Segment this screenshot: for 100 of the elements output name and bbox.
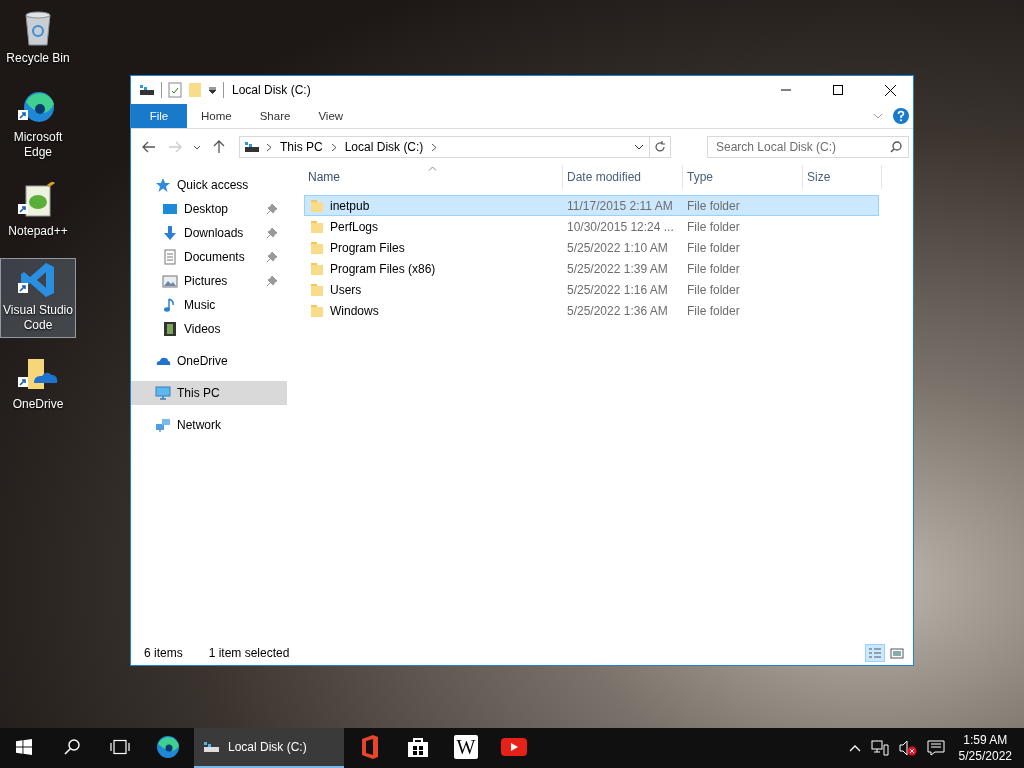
date-modified-cell-text: 5/25/2022 1:16 AM xyxy=(566,282,669,297)
type-cell-text: File folder xyxy=(686,198,741,213)
dropdown-icon[interactable] xyxy=(208,86,217,94)
nav-item[interactable]: OneDrive xyxy=(131,349,287,373)
date-modified-cell-text: 5/25/2022 1:10 AM xyxy=(566,240,669,255)
chevron-icon[interactable] xyxy=(431,142,438,152)
notifications-icon[interactable] xyxy=(926,740,945,756)
chevron-up-icon[interactable] xyxy=(848,744,861,752)
drive-icon xyxy=(244,140,260,154)
column-header[interactable]: Type xyxy=(683,165,803,189)
type-cell-text: File folder xyxy=(686,303,741,318)
nav-item[interactable]: Downloads xyxy=(131,221,287,245)
file-tab[interactable]: File xyxy=(131,104,187,128)
network-icon xyxy=(155,417,171,433)
network-icon[interactable] xyxy=(870,740,889,756)
youtube-icon[interactable] xyxy=(501,738,527,756)
edge-icon[interactable] xyxy=(156,735,180,759)
clock[interactable]: 1:59 AM 5/25/2022 xyxy=(954,732,1016,764)
desktop-shortcut[interactable]: Notepad++ xyxy=(0,179,76,244)
ribbon-tab[interactable]: Share xyxy=(245,104,305,128)
date-modified-cell-text: 11/17/2015 2:11 AM xyxy=(566,198,674,213)
type-cell-text: File folder xyxy=(686,261,741,276)
pictures-icon xyxy=(162,273,178,289)
pin-icon xyxy=(267,204,277,214)
file-name: Program Files xyxy=(330,240,405,255)
clock-date: 5/25/2022 xyxy=(958,748,1012,764)
pc-icon xyxy=(155,385,171,401)
nav-item[interactable]: Pictures xyxy=(131,269,287,293)
date-modified-cell-text: 5/25/2022 1:36 AM xyxy=(566,303,669,318)
file-name: Windows xyxy=(330,303,379,318)
refresh-icon[interactable] xyxy=(654,141,666,153)
task-view-icon xyxy=(110,739,130,755)
search-icon xyxy=(64,739,80,755)
nav-item[interactable]: Videos xyxy=(131,317,287,341)
column-header[interactable]: Name xyxy=(304,165,563,189)
desktop-icon xyxy=(162,201,178,217)
item-count: 6 items xyxy=(144,646,183,660)
file-row[interactable]: PerfLogs 10/30/2015 12:24 ... File folder xyxy=(304,216,879,237)
ribbon-tab[interactable]: View xyxy=(304,104,358,128)
pin-icon xyxy=(267,252,277,262)
speaker-icon[interactable] xyxy=(898,740,917,756)
folder-icon xyxy=(310,219,324,234)
store-icon[interactable] xyxy=(407,736,429,758)
videos-icon xyxy=(162,321,178,337)
file-row[interactable]: Users 5/25/2022 1:16 AM File folder xyxy=(304,279,879,300)
drive-icon xyxy=(202,740,220,754)
nav-item[interactable]: Documents xyxy=(131,245,287,269)
column-header[interactable]: Date modified xyxy=(563,165,683,189)
taskbar-window-button[interactable]: Local Disk (C:) xyxy=(194,728,344,768)
search-field[interactable]: Search Local Disk (C:) xyxy=(707,136,909,158)
selection-count: 1 item selected xyxy=(208,646,290,660)
type-cell-text: File folder xyxy=(686,282,741,297)
pin-icon xyxy=(267,228,277,238)
dropdown-icon[interactable] xyxy=(634,144,644,150)
chevron-icon[interactable] xyxy=(266,142,272,152)
chevron-icon[interactable] xyxy=(330,142,337,152)
expand-ribbon-icon[interactable] xyxy=(873,113,883,119)
file-row[interactable]: Program Files 5/25/2022 1:10 AM File folder xyxy=(304,237,879,258)
file-name: Program Files (x86) xyxy=(330,261,436,276)
file-row[interactable]: Windows 5/25/2022 1:36 AM File folder xyxy=(304,300,879,321)
folder-icon xyxy=(310,303,324,318)
help-icon[interactable] xyxy=(893,108,909,124)
folder-icon xyxy=(310,198,324,213)
nav-item[interactable]: This PC xyxy=(131,381,287,405)
properties-icon[interactable] xyxy=(168,82,182,98)
pin-icon xyxy=(267,276,277,286)
file-name: inetpub xyxy=(330,198,370,213)
nav-item[interactable]: Music xyxy=(131,293,287,317)
close-icon xyxy=(884,84,896,96)
folder-icon xyxy=(310,240,324,255)
documents-icon xyxy=(162,249,178,265)
type-cell-text: File folder xyxy=(686,219,741,234)
wikipedia-icon[interactable]: W xyxy=(454,735,478,759)
file-name: PerfLogs xyxy=(330,219,379,234)
caret-icon xyxy=(193,144,201,150)
breadcrumb-item[interactable]: Local Disk (C:) xyxy=(342,140,426,154)
desktop-shortcut[interactable]: Microsoft Edge xyxy=(0,85,76,165)
file-row[interactable]: Program Files (x86) 5/25/2022 1:39 AM File folder xyxy=(304,258,879,279)
office-icon[interactable] xyxy=(360,735,380,759)
sort-ascending-icon xyxy=(428,166,437,171)
folder-icon xyxy=(310,261,324,276)
nav-item[interactable]: Quick access xyxy=(131,173,287,197)
nav-item[interactable]: Network xyxy=(131,413,287,437)
column-header[interactable]: Size xyxy=(803,165,882,189)
file-name: Users xyxy=(330,282,362,297)
desktop-shortcut[interactable]: Recycle Bin xyxy=(0,6,76,71)
breadcrumb-item[interactable]: This PC xyxy=(278,140,325,154)
large-icons-icon xyxy=(890,647,904,659)
nav-item[interactable]: Desktop xyxy=(131,197,287,221)
file-row[interactable]: inetpub 11/17/2015 2:11 AM File folder xyxy=(304,195,879,216)
search-icon xyxy=(890,141,902,153)
details-icon xyxy=(868,647,882,659)
ribbon-tab[interactable]: Home xyxy=(187,104,246,128)
windows-logo-icon xyxy=(16,739,32,755)
desktop-shortcut[interactable]: OneDrive xyxy=(0,352,76,417)
drive-icon[interactable] xyxy=(139,83,155,97)
desktop-shortcut[interactable]: Visual Studio Code xyxy=(0,258,76,338)
address-bar[interactable]: This PC Local Disk (C:) xyxy=(239,136,671,158)
date-modified-cell-text: 10/30/2015 12:24 ... xyxy=(566,219,675,234)
folder-icon xyxy=(310,282,324,297)
